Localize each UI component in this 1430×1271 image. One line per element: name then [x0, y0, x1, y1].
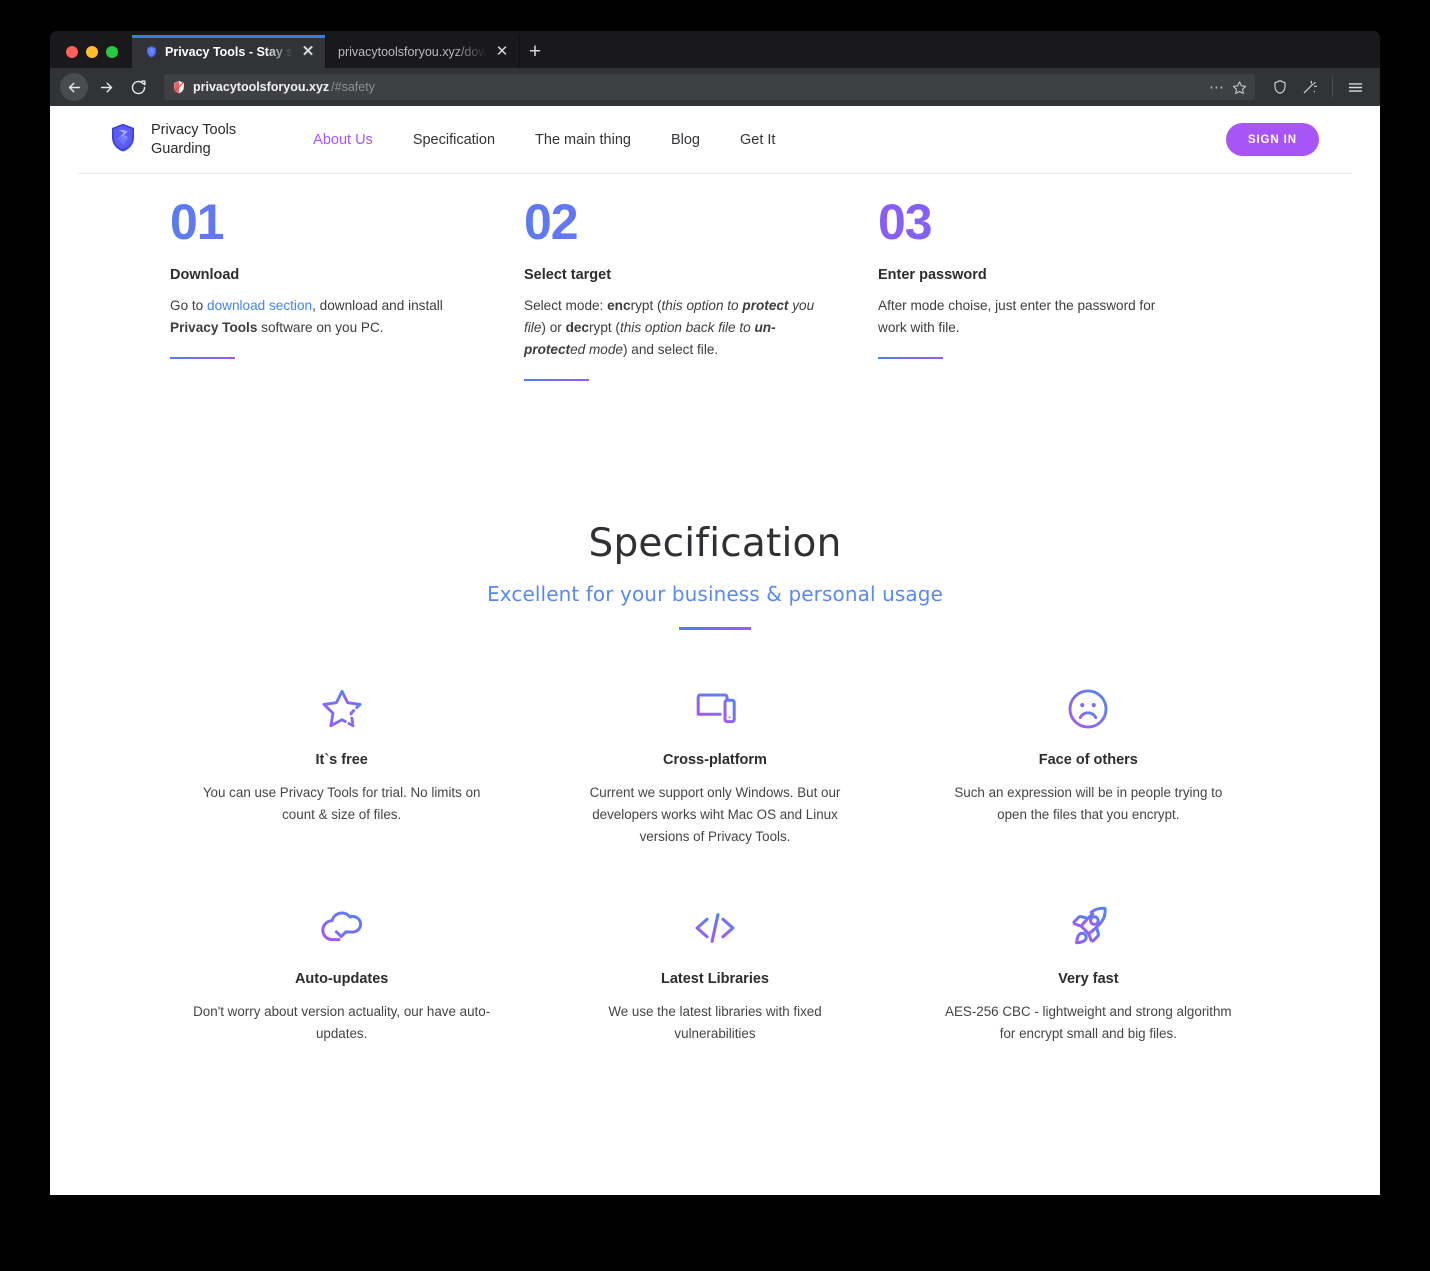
- feature-card-latest-libraries: Latest Libraries We use the latest libra…: [528, 901, 901, 1046]
- features-grid: It`s free You can use Privacy Tools for …: [155, 682, 1275, 1097]
- browser-window: Privacy Tools - Stay secure. Live ✕ priv…: [50, 31, 1380, 1195]
- step-underline: [524, 378, 589, 382]
- tracking-protection-shield-icon[interactable]: [1267, 74, 1293, 100]
- step-card-03: 03 Enter password After mode choise, jus…: [878, 196, 1232, 381]
- minimize-window-button[interactable]: [86, 46, 98, 58]
- feature-card-its-free: It`s free You can use Privacy Tools for …: [155, 682, 528, 849]
- close-window-button[interactable]: [66, 46, 78, 58]
- feature-title: Very fast: [1058, 970, 1119, 987]
- page-content: Privacy Tools Guarding About Us Specific…: [78, 106, 1352, 1195]
- toolbar-divider: [1332, 77, 1333, 97]
- feature-card-auto-updates: Auto-updates Don't worry about version a…: [155, 901, 528, 1046]
- browser-toolbar: privacytoolsforyou.xyz /#safety ⋯: [50, 68, 1380, 106]
- specification-section: Specification Excellent for your busines…: [78, 521, 1352, 1097]
- steps-row: 01 Download Go to download section, down…: [170, 174, 1260, 382]
- step-number: 01: [170, 196, 469, 249]
- forward-button[interactable]: [92, 73, 120, 101]
- hamburger-menu-icon[interactable]: [1342, 74, 1368, 100]
- tab-close-icon[interactable]: ✕: [299, 43, 317, 61]
- section-subtitle: Excellent for your business & personal u…: [487, 582, 943, 607]
- nav-item-the-main-thing[interactable]: The main thing: [535, 132, 671, 148]
- nav-item-about-us[interactable]: About Us: [313, 132, 413, 148]
- feature-text: You can use Privacy Tools for trial. No …: [202, 784, 481, 823]
- nav-item-get-it[interactable]: Get It: [740, 132, 815, 148]
- feature-title: Latest Libraries: [660, 970, 769, 987]
- brand-logo-link[interactable]: Privacy Tools Guarding: [108, 121, 236, 158]
- sad-face-icon: [940, 682, 1237, 736]
- new-tab-button[interactable]: +: [520, 35, 550, 68]
- step-card-01: 01 Download Go to download section, down…: [170, 196, 524, 381]
- step-underline: [878, 356, 943, 360]
- download-section-link[interactable]: download section: [207, 298, 312, 313]
- tab-title: privacytoolsforyou.xyz/downloads/a: [338, 44, 487, 59]
- tab-close-icon[interactable]: ✕: [493, 43, 511, 61]
- main-navigation: About Us Specification The main thing Bl…: [313, 132, 815, 148]
- step-body: After mode choise, just enter the passwo…: [878, 297, 1156, 335]
- devices-laptop-phone-icon: [566, 682, 863, 736]
- step-title: Select target: [524, 266, 612, 283]
- window-controls: [50, 46, 132, 68]
- feature-title: Cross-platform: [663, 751, 767, 768]
- step-body: Select mode: encrypt (this option to pro…: [524, 297, 815, 357]
- star-icon: [193, 682, 490, 736]
- bookmark-star-icon[interactable]: [1232, 80, 1247, 95]
- feature-title: It`s free: [315, 751, 368, 768]
- nav-item-specification[interactable]: Specification: [413, 132, 535, 148]
- step-number: 03: [878, 196, 1177, 249]
- feature-text: We use the latest libraries with fixed v…: [608, 1003, 822, 1041]
- code-brackets-icon: [566, 901, 863, 955]
- browser-tab-2[interactable]: privacytoolsforyou.xyz/downloads/a ✕: [326, 35, 520, 68]
- brand-name: Privacy Tools Guarding: [151, 121, 237, 157]
- feature-title: Auto-updates: [294, 970, 389, 987]
- section-title: Specification: [588, 521, 842, 567]
- step-title: Enter password: [878, 266, 987, 283]
- browser-tab-strip: Privacy Tools - Stay secure. Live ✕ priv…: [50, 31, 1380, 68]
- tab-title: Privacy Tools - Stay secure. Live: [165, 44, 293, 59]
- page-actions-more-icon[interactable]: ⋯: [1209, 78, 1225, 96]
- feature-card-face-of-others: Face of others Such an expression will b…: [902, 682, 1275, 849]
- tab-favicon-shield-icon: [144, 45, 158, 59]
- feature-title: Face of others: [1038, 751, 1138, 768]
- shield-logo-icon: [108, 122, 138, 157]
- feature-text: AES-256 CBC - lightweight and strong alg…: [945, 1003, 1232, 1041]
- site-header: Privacy Tools Guarding About Us Specific…: [78, 106, 1352, 174]
- feature-card-cross-platform: Cross-platform Current we support only W…: [528, 682, 901, 849]
- web-page-viewport: Privacy Tools Guarding About Us Specific…: [50, 106, 1380, 1195]
- step-underline: [170, 356, 235, 360]
- url-bar[interactable]: privacytoolsforyou.xyz /#safety ⋯: [164, 74, 1255, 100]
- site-identity-icon: [172, 80, 186, 94]
- step-body: Go to download section, download and ins…: [170, 297, 443, 335]
- rocket-icon: [940, 901, 1237, 955]
- feature-card-very-fast: Very fast AES-256 CBC - lightweight and …: [902, 901, 1275, 1046]
- step-title: Download: [170, 266, 240, 283]
- browser-tab-1[interactable]: Privacy Tools - Stay secure. Live ✕: [132, 35, 326, 68]
- nav-item-blog[interactable]: Blog: [671, 132, 740, 148]
- section-underline: [679, 627, 751, 630]
- feature-text: Such an expression will be in people try…: [954, 784, 1223, 823]
- step-card-02: 02 Select target Select mode: encrypt (t…: [524, 196, 878, 382]
- feature-text: Current we support only Windows. But our…: [589, 784, 841, 845]
- step-number: 02: [524, 196, 823, 249]
- url-path: /#safety: [331, 80, 375, 94]
- sign-in-button[interactable]: SIGN IN: [1225, 123, 1319, 156]
- url-host: privacytoolsforyou.xyz: [193, 80, 330, 94]
- cloud-download-icon: [193, 901, 490, 955]
- reload-button[interactable]: [124, 73, 152, 101]
- back-button[interactable]: [60, 73, 88, 101]
- maximize-window-button[interactable]: [106, 46, 118, 58]
- feature-text: Don't worry about version actuality, our…: [193, 1003, 491, 1041]
- sync-wand-icon[interactable]: [1297, 74, 1323, 100]
